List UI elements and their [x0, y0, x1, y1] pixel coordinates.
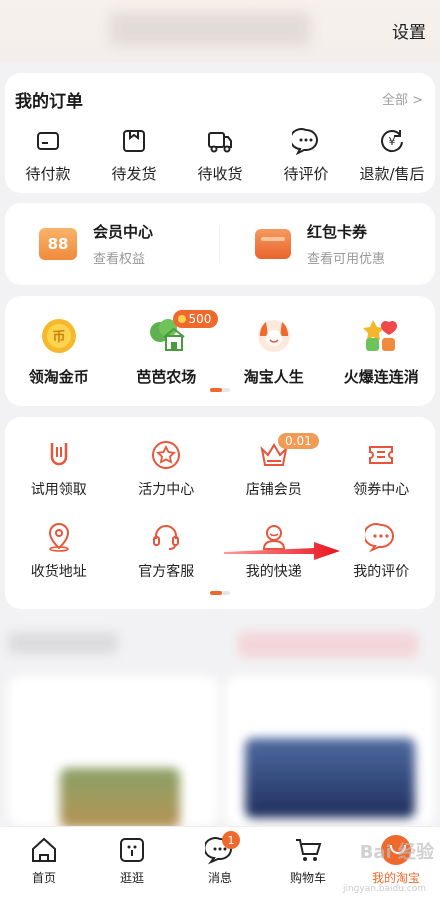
- tools-card: 试用领取 活力中心 0.01 店铺会员 领券中心 收货地址 官方客服 我的快递: [5, 417, 435, 609]
- order-status-row: 待付款 待发货 待收货 待评价 ¥ 退款/售后: [5, 127, 435, 184]
- game-gold-coin[interactable]: 币 领淘金币: [5, 316, 113, 387]
- svg-text:币: 币: [52, 330, 65, 345]
- orders-title: 我的订单: [15, 92, 83, 112]
- order-item-label: 待评价: [283, 165, 329, 183]
- refund-icon: ¥: [381, 130, 403, 153]
- settings-button[interactable]: 设置: [392, 18, 426, 43]
- tool-label: 收货地址: [30, 564, 87, 580]
- member-88-badge: 88: [39, 228, 77, 260]
- divider: [219, 227, 220, 261]
- character-icon: [257, 320, 290, 352]
- coupon-sub: 查看可用优惠: [307, 252, 386, 267]
- tool-label: 领券中心: [353, 482, 410, 498]
- shop-member-badge: 0.01: [278, 433, 319, 449]
- coupon-center[interactable]: 红包卡券 查看可用优惠: [255, 221, 385, 267]
- game-label: 火爆连连消: [343, 368, 419, 386]
- tool-label: 官方客服: [138, 564, 195, 580]
- page-indicator: [210, 591, 230, 595]
- top-header: 设置: [0, 0, 440, 62]
- match-game-icon: [363, 320, 398, 351]
- tool-customer-service[interactable]: 官方客服: [113, 521, 221, 581]
- game-label: 领淘金币: [28, 368, 89, 386]
- headset-icon: [153, 525, 180, 550]
- location-icon: [48, 522, 69, 552]
- home-icon: [32, 837, 56, 862]
- tab-label: 首页: [31, 871, 56, 885]
- order-pending-receipt[interactable]: 待收货: [177, 127, 263, 184]
- orders-all-link[interactable]: 全部 >: [382, 89, 423, 108]
- tool-label: 店铺会员: [245, 482, 302, 498]
- review-icon: [365, 523, 395, 553]
- game-label: 芭芭农场: [136, 368, 197, 386]
- member-center-sub: 查看权益: [93, 252, 146, 267]
- member-center[interactable]: 88 会员中心 查看权益: [39, 221, 153, 267]
- browse-icon: [120, 838, 144, 862]
- tool-coupon-center[interactable]: 领券中心: [328, 439, 436, 499]
- game-taobao-life[interactable]: 淘宝人生: [220, 316, 328, 387]
- order-pending-payment[interactable]: 待付款: [5, 127, 91, 184]
- tool-my-reviews[interactable]: 我的评价: [328, 521, 436, 581]
- farm-badge: 500: [172, 310, 219, 328]
- ticket-icon: [369, 446, 394, 464]
- blurred-feed: [0, 618, 440, 828]
- member-center-title: 会员中心: [93, 223, 154, 241]
- tab-label: 消息: [207, 871, 232, 885]
- star-icon: [152, 441, 181, 469]
- game-match[interactable]: 火爆连连消: [328, 316, 436, 387]
- order-pending-shipment[interactable]: 待发货: [91, 127, 177, 184]
- trial-icon: [50, 443, 67, 466]
- order-item-label: 待收货: [197, 165, 243, 183]
- coupon-title: 红包卡券: [307, 223, 368, 241]
- tab-cart[interactable]: 购物车: [264, 827, 352, 902]
- order-item-label: 退款/售后: [359, 165, 425, 183]
- tool-label: 我的快递: [245, 564, 302, 580]
- watermark: Bai 经验: [359, 842, 434, 863]
- tab-home[interactable]: 首页: [0, 827, 88, 902]
- tab-browse[interactable]: 逛逛: [88, 827, 176, 902]
- red-arrow-annotation: [224, 542, 340, 560]
- game-farm[interactable]: 500 芭芭农场: [113, 310, 221, 387]
- tab-label: 购物车: [289, 871, 326, 885]
- order-item-label: 待发货: [111, 165, 157, 183]
- tool-trial[interactable]: 试用领取: [5, 439, 113, 499]
- wallet-icon: [255, 229, 291, 259]
- message-count-badge: 1: [222, 831, 240, 849]
- order-item-label: 待付款: [25, 165, 71, 183]
- member-coupon-card: 88 会员中心 查看权益 红包卡券 查看可用优惠: [5, 203, 435, 285]
- cart-icon: [296, 839, 322, 861]
- truck-icon: [208, 132, 232, 153]
- tool-vitality[interactable]: 活力中心: [113, 439, 221, 499]
- page-indicator: [210, 388, 230, 392]
- tool-label: 试用领取: [30, 482, 87, 498]
- tab-messages[interactable]: 1 消息: [176, 827, 264, 902]
- tool-shop-member[interactable]: 0.01 店铺会员: [220, 433, 328, 499]
- chat-icon: [292, 128, 318, 155]
- order-refund[interactable]: ¥ 退款/售后: [349, 127, 435, 184]
- svg-text:¥: ¥: [389, 135, 396, 148]
- box-icon: [123, 130, 145, 152]
- blurred-username: [110, 12, 310, 46]
- orders-card: 我的订单 全部 > 待付款 待发货 待收货 待评价 ¥ 退款/售后: [5, 73, 435, 193]
- order-pending-review[interactable]: 待评价: [263, 127, 349, 184]
- tool-label: 活力中心: [138, 482, 195, 498]
- card-icon: [37, 132, 59, 150]
- tool-label: 我的评价: [353, 564, 410, 580]
- games-card: 币 领淘金币 500 芭芭农场 淘宝人生 火爆连连消: [5, 296, 435, 406]
- watermark-url: jingyan.baidu.com: [342, 884, 426, 894]
- tab-label: 逛逛: [119, 871, 144, 885]
- coin-icon: 币: [41, 319, 76, 353]
- tool-address[interactable]: 收货地址: [5, 521, 113, 581]
- game-label: 淘宝人生: [243, 368, 304, 386]
